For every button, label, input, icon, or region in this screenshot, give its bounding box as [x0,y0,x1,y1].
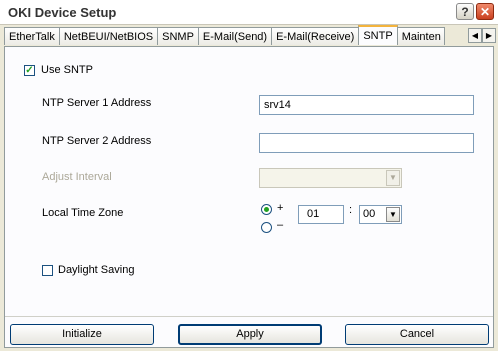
window-title: OKI Device Setup [8,5,117,20]
timezone-plus-label: + [277,202,284,214]
tab-ethertalk[interactable]: EtherTalk [4,27,60,45]
ntp-server-1-input[interactable]: srv14 [259,95,474,115]
timezone-minus-radio[interactable] [261,222,272,233]
daylight-saving-label: Daylight Saving [58,264,135,276]
tab-sntp[interactable]: SNTP [358,25,398,45]
tab-email-send[interactable]: E-Mail(Send) [197,27,273,45]
tab-maintenance[interactable]: Mainten [396,27,445,45]
ntp-server-2-label: NTP Server 2 Address [42,135,152,147]
tab-strip: EtherTalk NetBEUI/NetBIOS SNMP E-Mail(Se… [4,25,445,47]
initialize-button[interactable]: Initialize [10,324,154,345]
divider [5,316,493,317]
adjust-interval-label: Adjust Interval [42,171,112,183]
timezone-minutes-value: 00 [363,208,376,220]
timezone-hours-input[interactable]: 01 [298,205,344,224]
ntp-server-1-label: NTP Server 1 Address [42,97,152,109]
close-button[interactable]: ✕ [476,3,494,20]
apply-button[interactable]: Apply [178,324,322,345]
tab-scroll-left-icon[interactable]: ◀ [468,28,482,43]
timezone-minutes-select[interactable]: 00 ▼ [359,205,402,224]
tab-scroll-right-icon[interactable]: ▶ [482,28,496,43]
ntp-server-2-input[interactable] [259,133,474,153]
chevron-down-icon: ▼ [386,170,400,186]
help-button[interactable]: ? [456,3,474,20]
tab-snmp[interactable]: SNMP [157,27,199,45]
timezone-minus-label: – [277,219,284,231]
use-sntp-checkbox[interactable]: ✓ [24,65,35,76]
timezone-separator: : [349,204,353,216]
use-sntp-label: Use SNTP [41,64,93,76]
timezone-plus-radio[interactable] [261,204,272,215]
tab-email-receive[interactable]: E-Mail(Receive) [271,27,360,45]
chevron-down-icon[interactable]: ▼ [386,207,400,222]
tab-netbeui-netbios[interactable]: NetBEUI/NetBIOS [58,27,159,45]
title-bar: OKI Device Setup ? ✕ [0,0,498,25]
local-time-zone-label: Local Time Zone [42,207,124,219]
cancel-button[interactable]: Cancel [345,324,489,345]
sntp-panel [4,46,494,348]
daylight-saving-checkbox[interactable] [42,265,53,276]
adjust-interval-select: ▼ [259,168,402,188]
